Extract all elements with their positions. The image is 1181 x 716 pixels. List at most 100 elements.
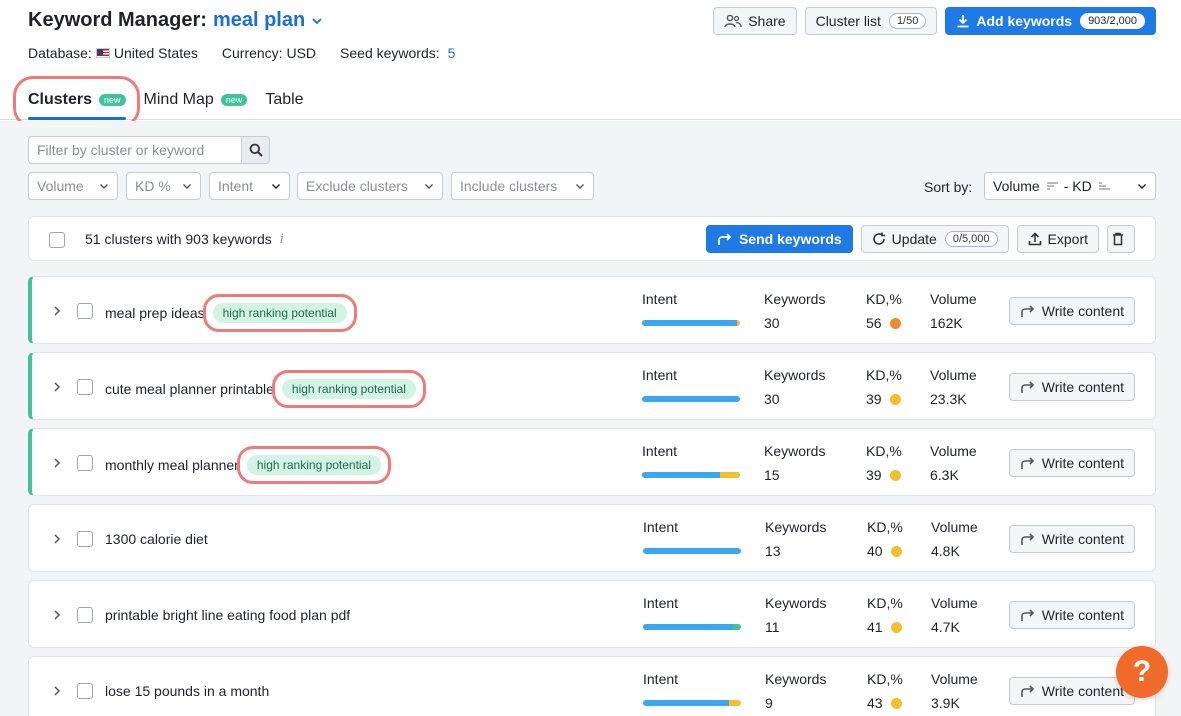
chevron-right-icon[interactable] xyxy=(53,457,61,469)
cluster-row[interactable]: meal prep ideas high ranking potential Int… xyxy=(28,276,1156,344)
tab-table[interactable]: Table xyxy=(265,88,303,112)
cluster-name[interactable]: monthly meal planner xyxy=(105,457,239,473)
kd-difficulty-dot xyxy=(890,621,902,633)
cluster-name[interactable]: meal prep ideas xyxy=(105,305,205,321)
info-icon[interactable]: i xyxy=(280,232,284,247)
chevron-down-icon[interactable] xyxy=(311,15,323,27)
cluster-name[interactable]: lose 15 pounds in a month xyxy=(105,683,269,699)
add-keywords-button[interactable]: Add keywords 903/2,000 xyxy=(945,7,1156,35)
chevron-right-icon[interactable] xyxy=(53,685,61,697)
write-content-button[interactable]: Write content xyxy=(1008,373,1135,401)
row-checkbox[interactable] xyxy=(77,303,93,319)
chevron-right-icon[interactable] xyxy=(53,381,61,393)
page-header: Keyword Manager: meal plan Database: Uni… xyxy=(0,0,1181,128)
chevron-right-icon[interactable] xyxy=(53,609,61,621)
add-keywords-count: 903/2,000 xyxy=(1080,13,1145,29)
sort-label: Sort by: xyxy=(924,179,973,195)
kd-value: 41 xyxy=(867,619,883,635)
keywords-count: 11 xyxy=(765,619,780,635)
volume-label: Volume xyxy=(930,291,977,307)
share-arrow-icon xyxy=(1020,685,1034,697)
share-button[interactable]: Share xyxy=(713,7,797,35)
volume-filter-label: Volume xyxy=(37,178,84,194)
cluster-name[interactable]: cute meal planner printable xyxy=(105,381,274,397)
row-checkbox[interactable] xyxy=(77,379,93,395)
sort-select[interactable]: Volume - KD xyxy=(984,172,1156,200)
cluster-name[interactable]: printable bright line eating food plan p… xyxy=(105,607,350,623)
filter-input[interactable]: Filter by cluster or keyword xyxy=(28,136,242,164)
share-label: Share xyxy=(748,13,786,29)
help-button[interactable]: ? xyxy=(1116,646,1168,698)
high-ranking-potential-badge: high ranking potential xyxy=(236,446,392,484)
tab-mind-map[interactable]: Mind Map new xyxy=(144,88,248,112)
write-content-button[interactable]: Write content xyxy=(1008,449,1135,477)
cluster-list-count: 1/50 xyxy=(888,13,927,29)
chevron-right-icon[interactable] xyxy=(53,533,61,545)
database-label: Database: xyxy=(28,45,92,61)
volume-value: 162K xyxy=(930,315,963,331)
kd-difficulty-dot xyxy=(889,469,901,481)
intent-label: Intent xyxy=(643,671,679,687)
currency-label: Currency: USD xyxy=(221,45,317,61)
share-arrow-icon xyxy=(1020,305,1034,317)
row-checkbox[interactable] xyxy=(77,531,93,547)
volume-label: Volume xyxy=(931,671,978,687)
row-checkbox[interactable] xyxy=(77,455,93,471)
intent-bar xyxy=(642,320,740,326)
chevron-right-icon[interactable] xyxy=(53,305,61,317)
kd-filter[interactable]: KD % xyxy=(126,172,201,200)
intent-segment xyxy=(643,700,730,706)
sort-value: Volume xyxy=(993,178,1040,194)
write-content-button[interactable]: Write content xyxy=(1008,297,1135,325)
intent-bar xyxy=(642,396,740,402)
write-content-button[interactable]: Write content xyxy=(1008,677,1135,705)
intent-segment xyxy=(642,472,721,478)
update-button[interactable]: Update 0/5,000 xyxy=(860,225,1009,253)
project-selector[interactable]: meal plan xyxy=(213,9,305,32)
keywords-label: Keywords xyxy=(765,671,827,687)
cluster-list-button[interactable]: Cluster list 1/50 xyxy=(804,7,938,35)
chevron-down-icon xyxy=(425,184,433,189)
volume-value: 4.8K xyxy=(931,543,960,559)
volume-value: 23.3K xyxy=(930,391,967,407)
seed-keywords-count[interactable]: 5 xyxy=(448,45,456,61)
export-button[interactable]: Export xyxy=(1016,225,1099,253)
kd-difficulty-dot xyxy=(890,545,902,557)
row-checkbox[interactable] xyxy=(77,607,93,623)
help-label: ? xyxy=(1132,655,1152,688)
trash-icon xyxy=(1113,232,1123,246)
volume-filter[interactable]: Volume xyxy=(28,172,118,200)
volume-label: Volume xyxy=(930,443,977,459)
cluster-row[interactable]: printable bright line eating food plan p… xyxy=(28,580,1156,648)
cluster-row[interactable]: lose 15 pounds in a month Intent Keywords 9… xyxy=(28,656,1156,716)
cluster-name[interactable]: 1300 calorie diet xyxy=(105,531,208,547)
intent-label: Intent xyxy=(642,291,678,307)
intent-filter[interactable]: Intent xyxy=(209,172,290,200)
send-keywords-button[interactable]: Send keywords xyxy=(705,225,853,253)
kd-label: KD,% xyxy=(866,291,902,307)
write-content-button[interactable]: Write content xyxy=(1008,525,1135,553)
share-arrow-icon xyxy=(718,233,732,245)
tab-mind-map-badge: new xyxy=(220,94,248,106)
intent-segment xyxy=(737,320,740,326)
kd-label: KD,% xyxy=(866,367,902,383)
exclude-clusters-filter[interactable]: Exclude clusters xyxy=(297,172,443,200)
select-all-checkbox[interactable] xyxy=(49,232,65,248)
kd-value: 40 xyxy=(867,543,883,559)
cluster-row[interactable]: cute meal planner printable high ranking … xyxy=(28,352,1156,420)
search-button[interactable] xyxy=(241,136,270,164)
delete-button[interactable] xyxy=(1107,225,1135,253)
keywords-count: 30 xyxy=(764,315,780,331)
cluster-row[interactable]: monthly meal planner high ranking potenti… xyxy=(28,428,1156,496)
write-content-label: Write content xyxy=(1041,303,1124,319)
update-label: Update xyxy=(891,231,937,247)
row-checkbox[interactable] xyxy=(77,683,93,699)
write-content-button[interactable]: Write content xyxy=(1008,601,1135,629)
intent-bar xyxy=(643,700,741,706)
write-content-label: Write content xyxy=(1041,683,1124,699)
cluster-row[interactable]: 1300 calorie diet Intent Keywords 13 KD,% 40 V… xyxy=(28,504,1156,572)
us-flag-icon xyxy=(95,48,110,58)
sort-desc-icon xyxy=(1046,182,1058,190)
chevron-down-icon xyxy=(1138,184,1146,189)
include-clusters-filter[interactable]: Include clusters xyxy=(451,172,594,200)
